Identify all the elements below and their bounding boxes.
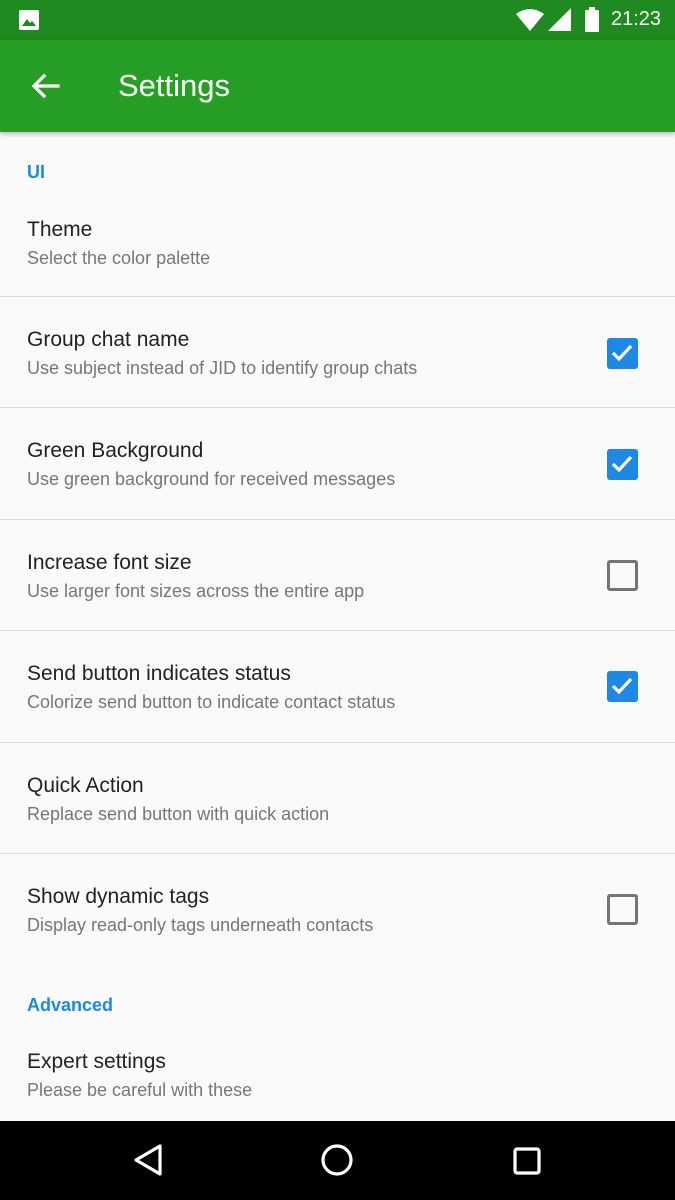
cell-signal-icon xyxy=(548,8,571,31)
pref-title: Quick Action xyxy=(27,774,144,797)
nav-back-icon[interactable] xyxy=(131,1143,165,1177)
pref-title: Green Background xyxy=(27,439,204,462)
pref-expert-settings[interactable]: Expert settings Please be careful with t… xyxy=(0,1032,675,1121)
pref-summary: Use larger font sizes across the entire … xyxy=(27,581,365,601)
back-arrow-icon[interactable] xyxy=(30,71,60,101)
pref-title: Show dynamic tags xyxy=(27,885,210,908)
send-button-status-checkbox[interactable] xyxy=(607,671,638,702)
pref-summary: Colorize send button to indicate contact… xyxy=(27,692,396,712)
pref-green-background[interactable]: Green Background Use green background fo… xyxy=(0,408,675,519)
app-bar: Settings xyxy=(0,40,675,132)
pref-title: Theme xyxy=(27,218,93,241)
status-bar: 21:23 xyxy=(0,0,675,40)
pref-summary: Use green background for received messag… xyxy=(27,469,396,489)
pref-summary: Display read-only tags underneath contac… xyxy=(27,915,374,935)
checkmark-icon xyxy=(611,344,633,362)
section-header-advanced: Advanced xyxy=(27,995,114,1015)
navigation-bar xyxy=(0,1121,675,1200)
pref-summary: Please be careful with these xyxy=(27,1080,253,1100)
pref-increase-font-size[interactable]: Increase font size Use larger font sizes… xyxy=(0,520,675,630)
checkmark-icon xyxy=(611,677,633,695)
battery-icon xyxy=(585,7,599,32)
pref-summary: Use subject instead of JID to identify g… xyxy=(27,358,418,378)
green-background-checkbox[interactable] xyxy=(607,449,638,480)
status-clock: 21:23 xyxy=(611,8,662,30)
pref-title: Group chat name xyxy=(27,328,190,351)
pref-show-dynamic-tags[interactable]: Show dynamic tags Display read-only tags… xyxy=(0,854,675,965)
page-title: Settings xyxy=(118,68,231,103)
show-dynamic-tags-checkbox[interactable] xyxy=(607,894,638,925)
pref-title: Expert settings xyxy=(27,1050,166,1073)
pref-title: Send button indicates status xyxy=(27,662,291,685)
pref-summary: Replace send button with quick action xyxy=(27,804,330,824)
pref-group-chat-name[interactable]: Group chat name Use subject instead of J… xyxy=(0,297,675,407)
section-header-ui: UI xyxy=(27,162,45,182)
pref-title: Increase font size xyxy=(27,551,192,574)
wifi-icon xyxy=(516,9,544,31)
pref-send-button-status[interactable]: Send button indicates status Colorize se… xyxy=(0,631,675,742)
pref-quick-action[interactable]: Quick Action Replace send button with qu… xyxy=(0,743,675,853)
group-chat-name-checkbox[interactable] xyxy=(607,338,638,369)
checkmark-icon xyxy=(611,455,633,473)
nav-home-icon[interactable] xyxy=(320,1143,354,1177)
nav-recents-icon[interactable] xyxy=(513,1147,541,1175)
pref-theme[interactable]: Theme Select the color palette xyxy=(0,198,675,296)
increase-font-size-checkbox[interactable] xyxy=(607,560,638,591)
pref-summary: Select the color palette xyxy=(27,248,211,268)
image-notification-icon xyxy=(19,10,39,30)
